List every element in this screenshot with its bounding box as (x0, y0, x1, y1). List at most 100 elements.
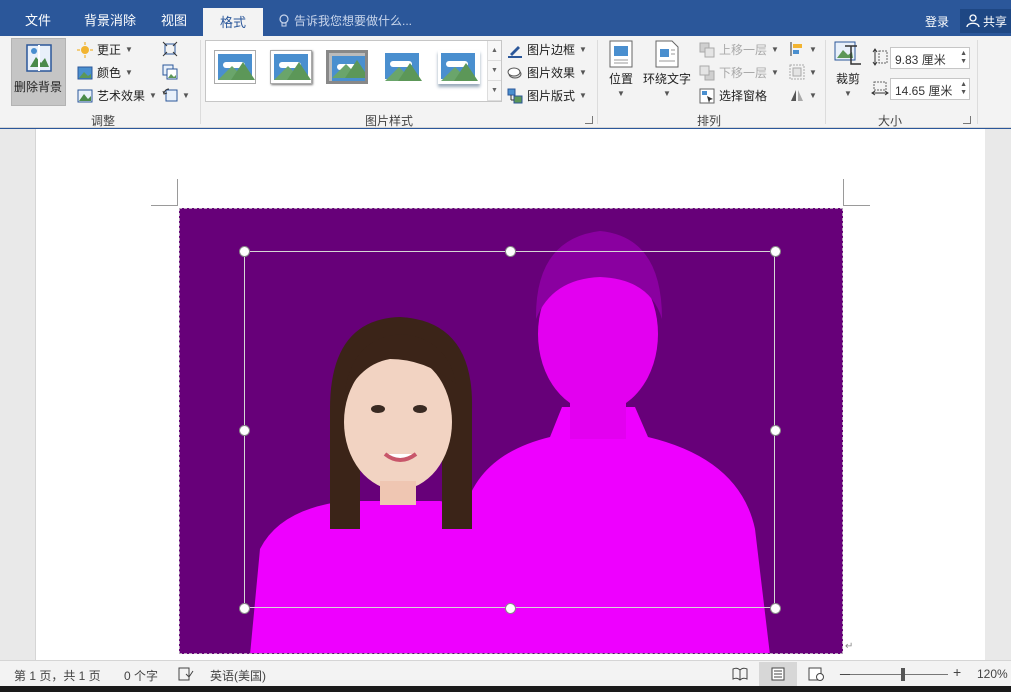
share-button[interactable]: 共享 (960, 9, 1011, 33)
picture-style-soft-edge[interactable] (382, 50, 424, 84)
group-objects-icon (789, 64, 805, 80)
resize-handle-bottom[interactable] (505, 603, 516, 614)
send-backward-button[interactable]: 下移一层 ▼ (699, 64, 779, 81)
print-layout-button[interactable] (759, 662, 797, 686)
bring-forward-button[interactable]: 上移一层 ▼ (699, 41, 779, 58)
dropdown-arrow-icon: ▼ (579, 45, 587, 54)
resize-handle-top-left[interactable] (239, 246, 250, 257)
color-label: 颜色 (97, 66, 122, 80)
resize-handle-top[interactable] (505, 246, 516, 257)
align-button[interactable]: ▼ (789, 41, 817, 57)
resize-handle-top-right[interactable] (770, 246, 781, 257)
rotate-icon (791, 90, 803, 101)
width-input[interactable]: 14.65 厘米 ▲ ▼ (890, 78, 970, 100)
resize-handle-bottom-left[interactable] (239, 603, 250, 614)
tab-background-removal[interactable]: 背景消除 (84, 10, 136, 29)
artistic-effects-button[interactable]: 艺术效果 ▼ (77, 87, 157, 104)
dropdown-arrow-icon: ▼ (771, 68, 779, 77)
picture-style-reflected[interactable] (438, 50, 480, 84)
spinner-icon[interactable]: ▲ ▼ (960, 50, 967, 66)
dropdown-arrow-icon: ▼ (617, 89, 625, 98)
change-picture-icon (162, 64, 178, 80)
person-icon (966, 14, 980, 28)
read-mode-icon[interactable] (732, 667, 748, 681)
zoom-in-button[interactable]: + (953, 664, 961, 680)
group-divider (597, 40, 598, 124)
page-count[interactable]: 第 1 页，共 1 页 (14, 667, 101, 684)
gallery-more-icon[interactable]: ▼ (488, 81, 501, 101)
keep-area-marquee[interactable] (244, 251, 775, 608)
resize-handle-right[interactable] (770, 425, 781, 436)
group-objects-button[interactable]: ▼ (789, 64, 817, 80)
width-icon (871, 81, 889, 96)
group-divider (200, 40, 201, 124)
zoom-level[interactable]: 120% (977, 667, 1008, 681)
web-layout-icon[interactable] (808, 667, 824, 681)
bring-forward-icon (699, 42, 715, 57)
share-label: 共享 (983, 14, 1008, 29)
wrap-text-button[interactable]: 环绕文字 ▼ (643, 40, 691, 98)
picture-layout-button[interactable]: 图片版式 ▼ (507, 87, 587, 104)
picture-border-button[interactable]: 图片边框 ▼ (507, 41, 587, 58)
rotate-button[interactable]: ▼ (789, 87, 817, 103)
send-backward-label: 下移一层 (719, 66, 768, 80)
lightbulb-icon (279, 13, 289, 26)
resize-handle-left[interactable] (239, 425, 250, 436)
crop-icon (834, 41, 861, 65)
tab-view[interactable]: 视图 (161, 10, 187, 29)
wrap-text-label: 环绕文字 (643, 72, 692, 86)
group-label-arrange: 排列 (697, 114, 722, 128)
height-input[interactable]: 9.83 厘米 ▲ ▼ (890, 47, 970, 69)
bring-forward-label: 上移一层 (719, 43, 768, 57)
tab-format[interactable]: 格式 (203, 8, 264, 36)
page-corner-mark (151, 205, 178, 206)
spinner-icon[interactable]: ▲ ▼ (960, 81, 967, 97)
compress-pictures-button[interactable] (162, 41, 178, 57)
tab-file[interactable]: 文件 (25, 10, 51, 29)
zoom-slider[interactable] (850, 674, 948, 675)
resize-handle-bottom-right[interactable] (770, 603, 781, 614)
dropdown-arrow-icon: ▼ (663, 89, 671, 98)
picture-style-shadow-frame[interactable] (270, 50, 312, 84)
picture-effects-button[interactable]: 图片效果 ▼ (507, 64, 587, 81)
change-picture-button[interactable] (162, 64, 178, 80)
group-label-adjust: 调整 (91, 114, 116, 128)
login-link[interactable]: 登录 (925, 13, 949, 30)
paragraph-mark-icon: ↵ (845, 641, 854, 652)
zoom-out-button[interactable]: － (838, 665, 852, 685)
gallery-up-icon[interactable]: ▲ (488, 41, 501, 61)
dropdown-arrow-icon: ▼ (125, 45, 133, 54)
word-count[interactable]: 0 个字 (124, 667, 158, 684)
remove-background-icon (26, 44, 52, 72)
dropdown-arrow-icon: ▼ (579, 91, 587, 100)
gallery-scroll[interactable]: ▲ ▼ ▼ (487, 41, 501, 101)
left-margin-strip (0, 129, 36, 660)
dropdown-arrow-icon: ▼ (809, 44, 817, 54)
proofing-icon[interactable] (178, 667, 194, 681)
zoom-slider-thumb[interactable] (901, 668, 905, 681)
dialog-launcher-icon[interactable] (963, 116, 971, 124)
corrections-button[interactable]: 更正 ▼ (77, 41, 133, 58)
picture-style-thick-frame[interactable] (326, 50, 368, 84)
dropdown-arrow-icon: ▼ (809, 67, 817, 77)
remove-background-button[interactable]: 删除背景 (11, 38, 66, 106)
vertical-scrollbar[interactable] (985, 129, 1011, 660)
group-divider (977, 40, 978, 124)
reset-picture-button[interactable]: ▼ (162, 87, 190, 103)
crop-button[interactable]: 裁剪 ▼ (833, 40, 863, 98)
group-label-picture-styles: 图片样式 (365, 114, 414, 128)
gallery-down-icon[interactable]: ▼ (488, 61, 501, 81)
picture-styles-gallery: ▲ ▼ ▼ (205, 40, 502, 102)
group-label-size: 大小 (878, 114, 903, 128)
selection-pane-button[interactable]: 选择窗格 (699, 87, 767, 104)
artistic-effects-label: 艺术效果 (97, 89, 146, 103)
dropdown-arrow-icon: ▼ (771, 45, 779, 54)
picture-style-simple-frame[interactable] (214, 50, 256, 84)
dialog-launcher-icon[interactable] (585, 116, 593, 124)
color-button[interactable]: 颜色 ▼ (77, 64, 133, 81)
tell-me-box[interactable]: 告诉我您想要做什么... (278, 12, 412, 29)
language-indicator[interactable]: 英语(美国) (210, 667, 266, 684)
reset-picture-icon (162, 88, 178, 102)
position-button[interactable]: 位置 ▼ (608, 40, 634, 98)
picture-layout-icon (507, 88, 523, 103)
